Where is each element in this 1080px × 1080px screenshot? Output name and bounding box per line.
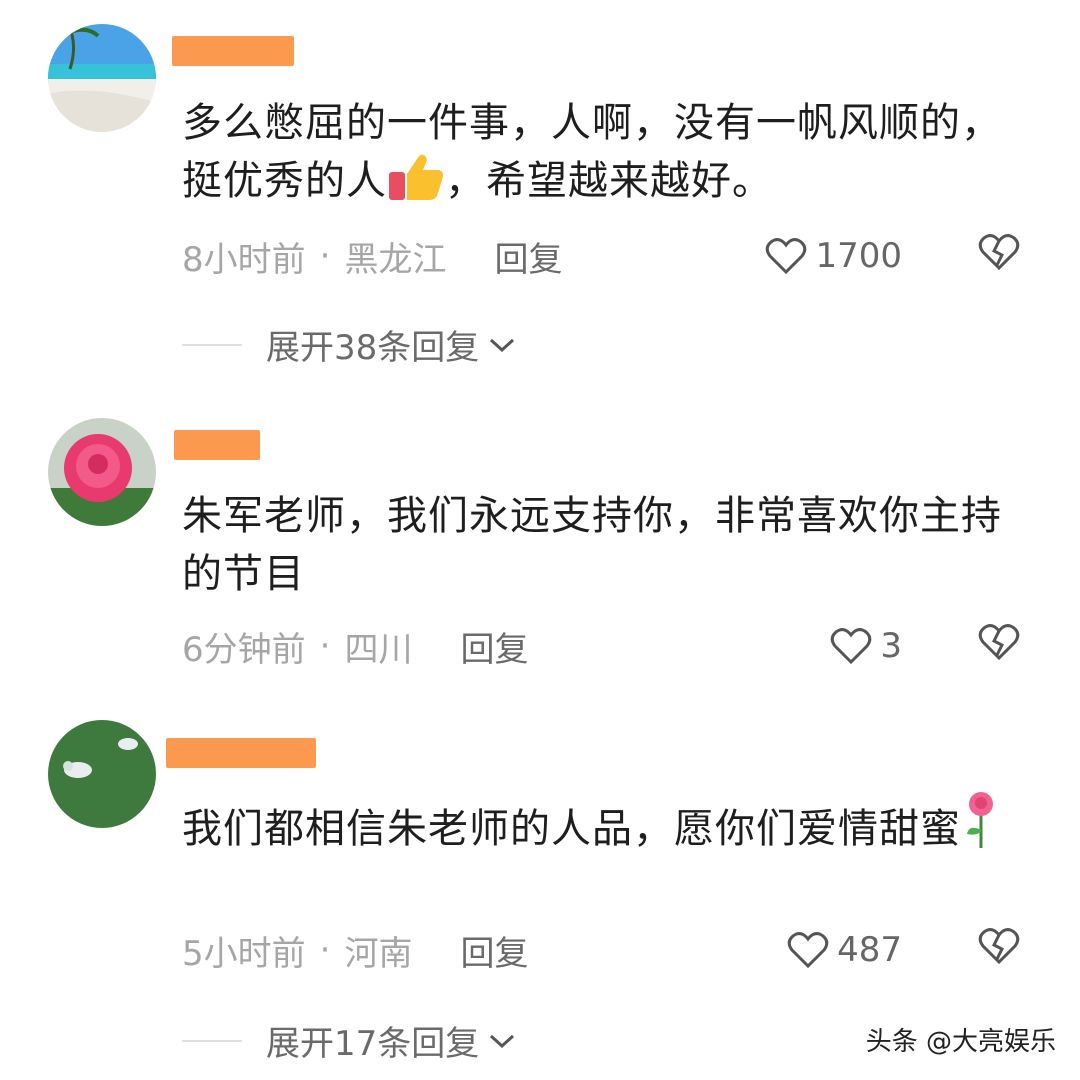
like-count: 1700 — [815, 236, 902, 276]
dislike-button[interactable] — [978, 623, 1020, 670]
reply-button[interactable]: 回复 — [494, 232, 562, 281]
divider-line — [182, 1039, 242, 1042]
comment-location: 四川 — [344, 629, 413, 670]
comment-meta: 5小时前 · 河南 回复 487 — [182, 926, 1020, 975]
dislike-button[interactable] — [978, 927, 1020, 974]
expand-replies-label: 展开17条回复 — [266, 1024, 480, 1064]
avatar[interactable] — [48, 24, 156, 132]
broken-heart-icon — [978, 623, 1020, 660]
username-mask — [174, 430, 260, 460]
chevron-down-icon — [490, 338, 515, 352]
thumbs-up-icon — [387, 152, 445, 218]
watermark: 头条 @大亮娱乐 — [865, 1027, 1056, 1057]
rose-icon — [961, 790, 1001, 866]
like-count: 3 — [880, 626, 902, 666]
reply-button[interactable]: 回复 — [460, 622, 528, 671]
comment-meta: 6分钟前 · 四川 回复 3 — [182, 622, 1020, 671]
username-mask — [166, 738, 316, 768]
chevron-down-icon — [490, 1034, 515, 1048]
dislike-button[interactable] — [978, 233, 1020, 280]
comment-location: 河南 — [344, 933, 413, 974]
expand-replies-button[interactable]: 展开17条回复 — [182, 1016, 517, 1065]
divider-line — [182, 343, 242, 346]
reply-button[interactable]: 回复 — [460, 926, 528, 975]
avatar[interactable] — [48, 418, 156, 526]
heart-icon — [787, 932, 829, 969]
comment-meta: 8小时前 · 黑龙江 回复 1700 — [182, 232, 1020, 281]
heart-icon — [831, 628, 872, 665]
comment-text: 我们都相信朱老师的人品，愿你们爱情甜蜜 — [182, 790, 1012, 866]
separator: · — [319, 236, 331, 276]
comment-text: 多么憋屈的一件事，人啊，没有一帆风顺的，挺优秀的人 ，希望越来越好。 — [182, 94, 1012, 218]
like-button[interactable]: 487 — [787, 930, 902, 970]
comment-time: 6分钟前 — [182, 629, 306, 670]
avatar[interactable] — [48, 720, 156, 828]
comment-time: 8小时前 — [182, 239, 306, 280]
comment-time: 5小时前 — [182, 933, 306, 974]
broken-heart-icon — [978, 233, 1020, 270]
broken-heart-icon — [978, 927, 1020, 964]
expand-replies-label: 展开38条回复 — [266, 328, 480, 368]
comment-location: 黑龙江 — [344, 239, 447, 280]
expand-replies-button[interactable]: 展开38条回复 — [182, 320, 517, 369]
username-mask — [172, 36, 294, 66]
separator: · — [319, 626, 331, 666]
comment-text: 朱军老师，我们永远支持你，非常喜欢你主持的节目 — [182, 493, 1002, 597]
separator: · — [319, 930, 331, 970]
like-button[interactable]: 1700 — [765, 236, 902, 276]
heart-icon — [766, 238, 807, 275]
like-button[interactable]: 3 — [830, 626, 902, 666]
like-count: 487 — [837, 930, 902, 970]
